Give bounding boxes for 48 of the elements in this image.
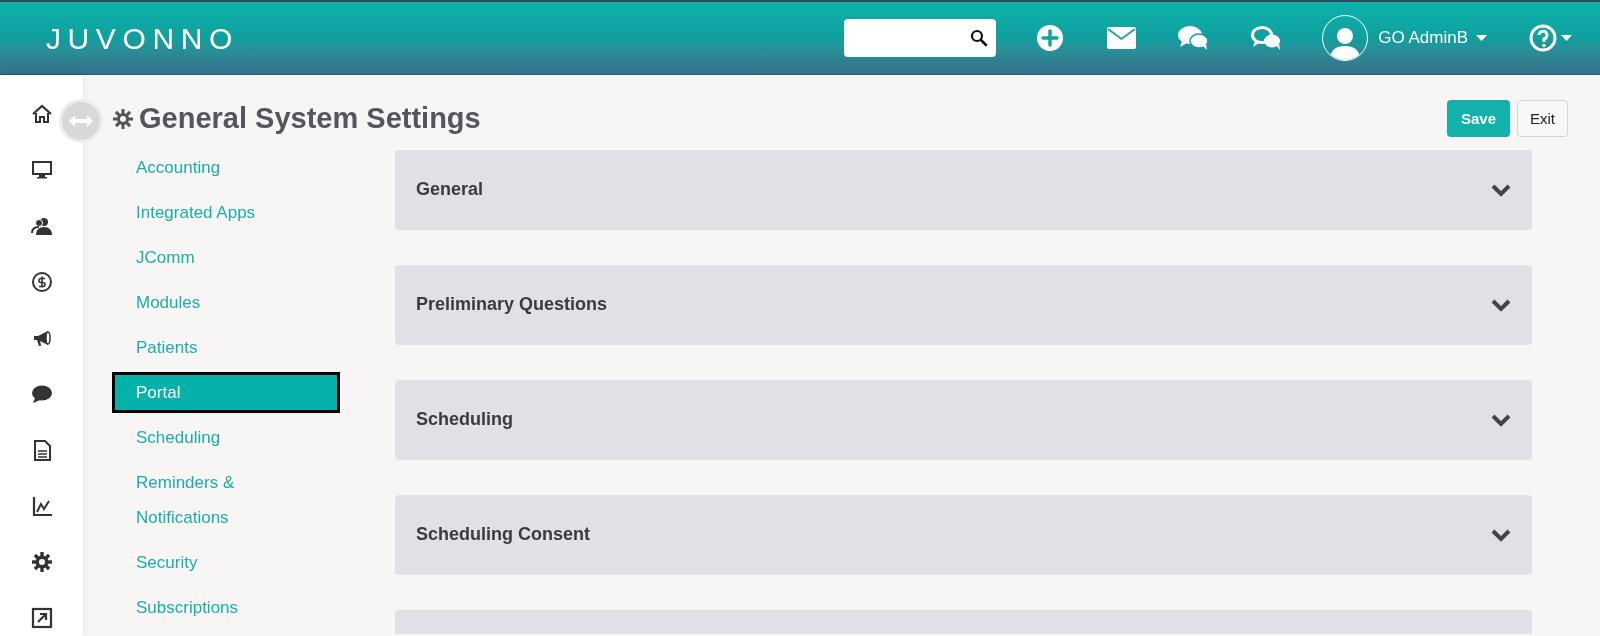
nav-item[interactable]: Portal	[112, 371, 340, 413]
line-chart-icon[interactable]	[30, 495, 53, 517]
nav-item[interactable]: Scheduling	[136, 414, 296, 460]
chat-outline-icon[interactable]	[1251, 25, 1283, 51]
settings-icon[interactable]	[30, 551, 53, 573]
speech-bubble-icon[interactable]	[30, 383, 53, 405]
accordion-panel[interactable]: Preliminary Questions	[395, 264, 1532, 345]
panel-title: Preliminary Questions	[416, 293, 609, 316]
panel-title: Scheduling Consent	[416, 523, 591, 546]
chat-bubbles-icon[interactable]	[1178, 25, 1210, 51]
nav-item[interactable]: Accounting	[136, 144, 296, 190]
users-icon[interactable]	[30, 215, 53, 237]
chevron-down-icon	[1491, 297, 1511, 312]
accordion-panel[interactable]: General	[395, 149, 1532, 230]
chevron-down-icon	[1491, 412, 1511, 427]
accordion-panel[interactable]: Scheduling	[395, 379, 1532, 460]
nav-item[interactable]: JComm	[136, 234, 296, 280]
page-title: General System Settings	[139, 101, 481, 136]
chevron-down-icon	[1491, 527, 1511, 542]
nav-item[interactable]: Subscriptions	[136, 584, 296, 630]
nav-item[interactable]: Security	[136, 539, 296, 585]
search-field[interactable]	[844, 19, 997, 57]
collapse-toggle[interactable]	[59, 99, 103, 143]
nav-item[interactable]: Integrated Apps	[136, 189, 296, 235]
help-icon	[1529, 24, 1557, 52]
caret-icon	[1476, 35, 1487, 41]
chevron-down-icon	[1491, 182, 1511, 197]
external-link-icon[interactable]	[30, 607, 53, 629]
exit-button[interactable]: Exit	[1517, 100, 1568, 138]
panel-title: General	[416, 178, 485, 201]
search-icon[interactable]	[970, 29, 989, 47]
nav-item[interactable]: Reminders & Notifications	[136, 459, 296, 540]
accordion-panel[interactable]: Scheduling Consent	[395, 494, 1532, 575]
caret-icon	[1561, 35, 1572, 41]
gear-icon	[113, 108, 133, 129]
dollar-icon[interactable]	[30, 271, 53, 293]
save-button[interactable]: Save	[1446, 100, 1510, 138]
nav-item[interactable]: Patients	[136, 324, 296, 370]
envelope-icon[interactable]	[1107, 27, 1137, 49]
nav-item[interactable]: Modules	[136, 279, 296, 325]
monitor-icon[interactable]	[30, 159, 53, 181]
home-icon[interactable]	[30, 103, 53, 125]
logo[interactable]: JUVONNO	[46, 15, 239, 61]
double-arrow-icon	[68, 114, 94, 128]
plus-circle-icon[interactable]	[1036, 24, 1065, 52]
user-menu[interactable]: GO AdminB	[1378, 25, 1487, 51]
panel-title: Scheduling	[416, 408, 514, 431]
help-menu[interactable]	[1529, 24, 1572, 52]
